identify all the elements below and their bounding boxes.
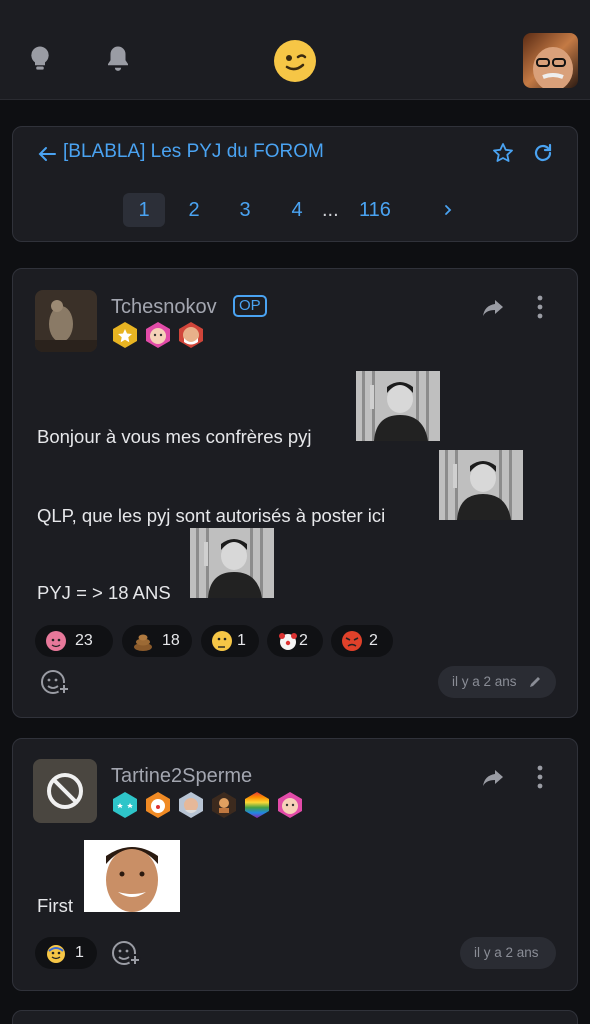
site-logo[interactable] <box>274 40 316 82</box>
baby-face-badge-icon[interactable] <box>276 791 304 819</box>
winking-smiley-icon <box>285 54 307 71</box>
reaction-count: 1 <box>75 944 84 961</box>
post-card <box>12 1010 578 1024</box>
teal-stars-badge-icon[interactable] <box>111 791 139 819</box>
post-avatar[interactable] <box>35 290 97 352</box>
timestamp-text: il y a 2 ans <box>452 674 517 689</box>
favorite-star-icon[interactable] <box>491 141 515 165</box>
post-card: Tartine2Sperme First 1 il y a 2 ans <box>12 738 578 991</box>
reaction-pill[interactable]: 18 <box>122 625 192 657</box>
banned-avatar-icon <box>47 773 83 809</box>
reaction-pill[interactable]: 1 <box>35 937 97 969</box>
post-username[interactable]: Tartine2Sperme <box>111 765 252 788</box>
sticker-image[interactable] <box>439 450 523 520</box>
top-bar <box>0 0 590 100</box>
chevron-right-icon[interactable] <box>441 203 455 217</box>
sticker-pointing-man <box>439 450 523 520</box>
page-4-button[interactable]: 4 <box>286 193 308 227</box>
post-timestamp[interactable]: il y a 2 ans <box>460 937 556 969</box>
post-card: Tchesnokov OP Bonjour à vous mes confrèr… <box>12 268 578 718</box>
add-reaction-icon[interactable] <box>39 666 71 698</box>
sweat-smile-emoji-icon <box>47 945 65 963</box>
last-page-button[interactable]: 116 <box>357 193 393 227</box>
sticker-pointing-man <box>190 528 274 598</box>
timestamp-text: il y a 2 ans <box>474 945 539 960</box>
reaction-count: 1 <box>237 632 246 649</box>
angry-face-emoji-icon <box>342 631 362 651</box>
gold-star-badge-icon[interactable] <box>111 321 139 349</box>
rainbow-badge-icon[interactable] <box>243 791 271 819</box>
user-avatar[interactable] <box>523 33 578 88</box>
reaction-count: 2 <box>369 632 378 649</box>
clown-badge-icon[interactable] <box>144 791 172 819</box>
more-options-icon[interactable] <box>537 295 543 319</box>
topic-title[interactable]: [BLABLA] Les PYJ du FOROM <box>63 141 324 163</box>
page-1-button[interactable]: 1 <box>123 193 165 227</box>
refresh-icon[interactable] <box>531 141 555 165</box>
share-icon[interactable] <box>481 767 505 789</box>
avatar-painting-image <box>35 290 97 352</box>
lightbulb-icon[interactable] <box>25 44 55 74</box>
more-options-icon[interactable] <box>537 765 543 789</box>
post-username[interactable]: Tchesnokov <box>111 296 217 319</box>
avatar-face-image <box>533 47 573 88</box>
add-reaction-icon[interactable] <box>110 937 142 969</box>
reaction-pill[interactable]: 2 <box>267 625 323 657</box>
old-man-badge-icon[interactable] <box>177 791 205 819</box>
bearded-face-badge-icon[interactable] <box>177 321 205 349</box>
page-2-button[interactable]: 2 <box>183 193 205 227</box>
reaction-pill[interactable]: 1 <box>201 625 259 657</box>
share-icon[interactable] <box>481 297 505 319</box>
clown-emoji-icon <box>279 633 297 650</box>
post-text-line: Bonjour à vous mes confrères pyj <box>37 426 312 447</box>
post-text-line: PYJ = > 18 ANS <box>37 582 171 603</box>
sticker-image[interactable] <box>84 840 180 912</box>
poop-emoji-icon <box>134 634 152 651</box>
pagination: 1 2 3 4 ... 116 <box>13 193 577 227</box>
sticker-smiling-man <box>84 840 180 912</box>
post-avatar[interactable] <box>33 759 97 823</box>
reaction-count: 2 <box>299 632 308 649</box>
baby-face-badge-icon[interactable] <box>144 321 172 349</box>
reaction-count: 18 <box>162 632 180 649</box>
reaction-pill[interactable]: 2 <box>331 625 393 657</box>
back-arrow-icon[interactable] <box>35 142 59 166</box>
reaction-count: 23 <box>75 632 93 649</box>
post-timestamp[interactable]: il y a 2 ans <box>438 666 556 698</box>
op-badge: OP <box>233 295 267 317</box>
chess-badge-icon[interactable] <box>210 791 238 819</box>
sticker-image[interactable] <box>356 371 440 441</box>
sticker-image[interactable] <box>190 528 274 598</box>
post-text-line: First <box>37 895 73 916</box>
sticker-pointing-man <box>356 371 440 441</box>
page-ellipsis: ... <box>322 199 339 221</box>
edited-pencil-icon <box>530 677 540 687</box>
topic-header-card: [BLABLA] Les PYJ du FOROM 1 2 3 4 ... 11… <box>12 126 578 242</box>
bell-icon[interactable] <box>103 44 133 74</box>
page-3-button[interactable]: 3 <box>234 193 256 227</box>
brain-face-emoji-icon <box>46 631 66 651</box>
post-text-line: QLP, que les pyj sont autorisés à poster… <box>37 505 386 526</box>
reaction-pill[interactable]: 23 <box>35 625 113 657</box>
thinking-face-emoji-icon <box>212 631 232 651</box>
